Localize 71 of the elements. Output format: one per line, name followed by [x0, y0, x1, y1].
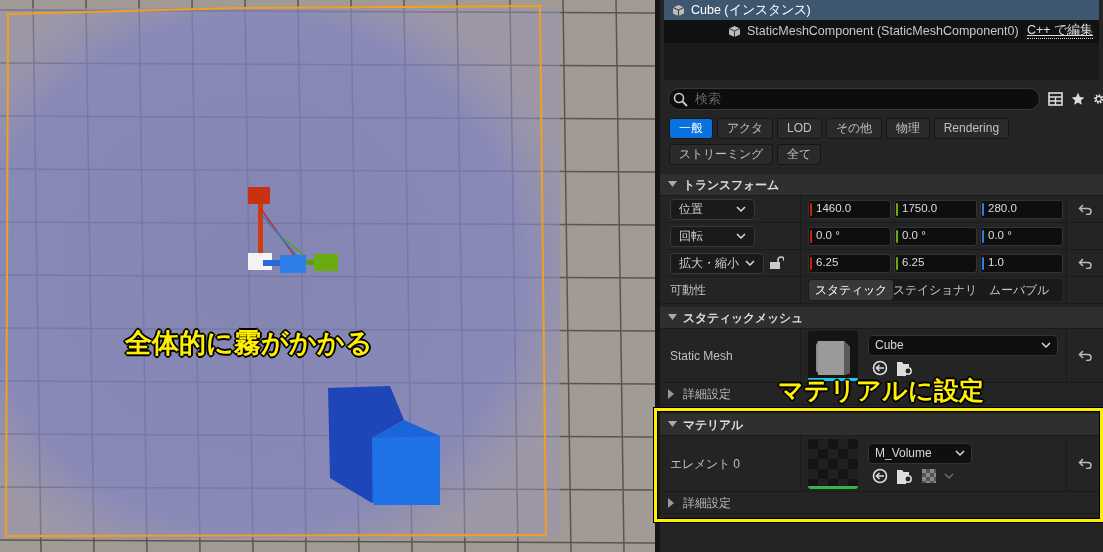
filter-tab[interactable]: LOD [777, 118, 822, 139]
advanced-toggle[interactable]: 詳細設定 [668, 493, 731, 512]
number-field[interactable]: 0.0 ° [980, 226, 1063, 246]
number-field[interactable]: 0.0 ° [808, 226, 891, 246]
collapse-arrow-icon[interactable] [668, 314, 677, 321]
property-label: Static Mesh [670, 347, 733, 365]
number-field[interactable]: 1.0 [980, 253, 1063, 273]
number-field[interactable]: 1750.0 [894, 199, 977, 219]
collapse-arrow-icon[interactable] [668, 421, 677, 428]
caret-icon [1041, 341, 1051, 349]
section-title: スタティックメッシュ [683, 309, 803, 327]
star-icon[interactable] [1071, 92, 1085, 106]
search-field[interactable]: 検索 [668, 88, 1040, 110]
reset-arrow-icon[interactable] [1078, 458, 1092, 469]
expand-arrow-icon[interactable] [668, 497, 675, 508]
reset-arrow-icon[interactable] [1078, 203, 1092, 215]
filter-tab[interactable]: ストリーミング [669, 144, 773, 165]
number-field[interactable]: 0.0 ° [894, 226, 977, 246]
section-header[interactable]: スタティックメッシュ [660, 307, 1103, 329]
asset-thumbnail[interactable] [808, 330, 858, 381]
annotation-text: マテリアルに設定 [778, 378, 984, 403]
section-title: トランスフォーム [683, 176, 779, 194]
filter-tab[interactable]: アクタ [717, 118, 773, 139]
property-label: エレメント 0 [670, 455, 740, 473]
caret-icon [736, 205, 746, 213]
filter-tab[interactable]: 全て [777, 144, 821, 165]
section-header[interactable]: トランスフォーム [660, 174, 1103, 196]
checker-icon[interactable] [922, 469, 936, 483]
caret-icon [955, 449, 965, 457]
filter-tab[interactable]: Rendering [933, 118, 1010, 139]
unlocked-icon[interactable] [770, 256, 784, 270]
annotation-text: 全体的に霧がかかる [125, 330, 373, 357]
reset-arrow-icon[interactable] [1078, 257, 1092, 269]
tree-item[interactable]: StaticMeshComponent (StaticMeshComponent0) C++ で編集 [664, 20, 1099, 43]
reset-arrow-icon[interactable] [1078, 350, 1092, 361]
cube-icon [672, 3, 685, 17]
filter-tab[interactable]: 一般 [669, 118, 713, 139]
caret-icon [944, 472, 954, 480]
arrow-circle-icon[interactable] [872, 468, 888, 484]
property-dropdown[interactable]: 位置 [670, 198, 755, 220]
property-dropdown[interactable]: 回転 [670, 225, 755, 247]
mobility-option[interactable]: ステイショナリ [893, 280, 977, 300]
tree-item-label: Cube (インスタンス) [691, 1, 811, 19]
tree-item-label: StaticMeshComponent (StaticMeshComponent0) [747, 23, 1019, 41]
settings-icon[interactable] [1093, 91, 1103, 107]
edit-link[interactable]: C++ で編集 [1026, 24, 1093, 39]
number-field[interactable]: 6.25 [894, 253, 977, 273]
collapse-arrow-icon[interactable] [668, 181, 677, 188]
expand-arrow-icon[interactable] [668, 388, 675, 399]
filter-tab[interactable]: その他 [825, 118, 882, 139]
arrow-circle-icon[interactable] [872, 360, 888, 376]
caret-icon [736, 232, 746, 240]
property-label: 可動性 [670, 282, 706, 299]
number-field[interactable]: 6.25 [808, 253, 891, 273]
property-dropdown[interactable]: 拡大・縮小 [670, 252, 764, 274]
number-field[interactable]: 1460.0 [808, 199, 891, 219]
asset-dropdown[interactable]: Cube [868, 334, 1058, 356]
cube-icon [728, 25, 741, 38]
advanced-toggle[interactable]: 詳細設定 [668, 384, 731, 403]
section-title: マテリアル [683, 416, 743, 434]
number-field[interactable]: 280.0 [980, 199, 1063, 219]
table-icon[interactable] [1048, 92, 1063, 106]
folder-search-icon[interactable] [896, 467, 914, 485]
filter-tab[interactable]: 物理 [885, 118, 930, 139]
caret-icon [745, 259, 755, 267]
folder-search-icon[interactable] [896, 359, 914, 377]
mobility-option[interactable]: スタティック [809, 280, 893, 300]
asset-dropdown[interactable]: M_Volume [868, 442, 972, 464]
tree-item[interactable]: Cube (インスタンス) [664, 0, 1099, 20]
asset-thumbnail[interactable] [808, 438, 858, 489]
mobility-option[interactable]: ムーバブル [977, 280, 1061, 300]
